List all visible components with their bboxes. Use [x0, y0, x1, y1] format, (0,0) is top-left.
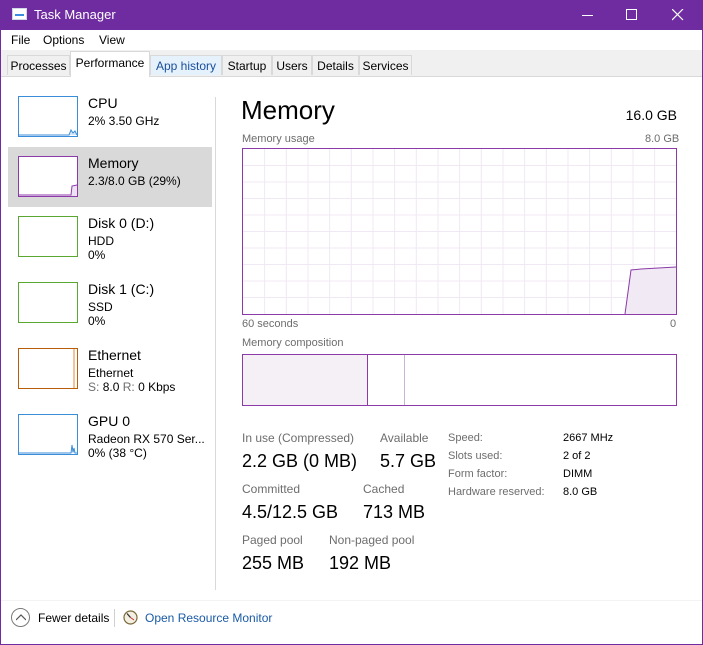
memory-usage-label: Memory usage [242, 133, 315, 145]
hardware-reserved-value: 8.0 GB [563, 486, 598, 498]
send-label: S: [88, 380, 100, 394]
paged-pool-value: 255 MB [242, 553, 305, 573]
tab-users[interactable]: Users [272, 55, 312, 75]
form-factor-value: DIMM [563, 468, 593, 480]
cpu-thumbnail-graph [18, 96, 78, 137]
available-value: 5.7 GB [380, 451, 437, 471]
fewer-details-link[interactable]: Fewer details [38, 611, 109, 625]
gpu-thumbnail-graph [18, 414, 78, 455]
sidebar-detail-2: 0% (38 °C) [88, 446, 147, 460]
panel-divider [215, 97, 216, 590]
graph-axis-right: 0 [670, 318, 677, 330]
sidebar-title: Memory [88, 155, 139, 171]
footer-separator [1, 600, 702, 601]
sidebar-title: GPU 0 [88, 413, 131, 429]
memory-composition-label: Memory composition [242, 337, 344, 349]
speed-label: Speed: [448, 432, 483, 444]
memory-total: 16.0 GB [625, 107, 677, 123]
speed-value: 2667 MHz [563, 432, 614, 444]
sidebar-item-ethernet[interactable]: Ethernet Ethernet S: 8.0 R: 0 Kbps [8, 339, 212, 399]
composition-modified [368, 355, 405, 405]
minimize-button[interactable] [565, 0, 611, 30]
disk-thumbnail-graph [18, 282, 78, 323]
in-use-label: In use (Compressed) [242, 431, 355, 445]
sidebar-detail-2: 0% [88, 248, 106, 262]
committed-label: Committed [242, 482, 301, 496]
cached-value: 713 MB [363, 502, 426, 522]
tab-bar: Processes Performance App history Startu… [1, 50, 702, 77]
tab-services[interactable]: Services [359, 55, 412, 75]
ethernet-thumbnail-graph [18, 348, 78, 389]
menu-view[interactable]: View [99, 33, 125, 47]
non-paged-pool-value: 192 MB [329, 553, 392, 573]
sidebar-detail: Ethernet [88, 366, 134, 380]
graph-axis-left: 60 seconds [242, 318, 299, 330]
cached-label: Cached [363, 482, 405, 496]
tab-details[interactable]: Details [312, 55, 359, 75]
app-icon [12, 8, 27, 20]
sidebar-throughput: S: 8.0 R: 0 Kbps [88, 380, 175, 394]
memory-composition-bar [242, 354, 677, 406]
sidebar-detail: Radeon RX 570 Ser... [88, 432, 205, 446]
sidebar-detail: SSD [88, 300, 113, 314]
page-title: Memory [241, 95, 335, 125]
disk-thumbnail-graph [18, 216, 78, 257]
minimize-icon [582, 15, 593, 16]
sidebar-detail: HDD [88, 234, 114, 248]
tab-processes[interactable]: Processes [7, 55, 70, 75]
sidebar-item-disk-0[interactable]: Disk 0 (D:) HDD 0% [8, 207, 212, 267]
close-button[interactable] [655, 0, 701, 30]
title-bar[interactable]: Task Manager [0, 0, 703, 30]
non-paged-pool-label: Non-paged pool [329, 533, 415, 547]
window-title: Task Manager [34, 7, 116, 22]
slots-used-label: Slots used: [448, 450, 503, 462]
available-label: Available [380, 431, 429, 445]
sidebar-detail-2: 0% [88, 314, 106, 328]
menu-bar: File Options View [1, 30, 702, 50]
memory-usage-graph [242, 148, 677, 315]
tab-performance[interactable]: Performance [70, 51, 150, 77]
footer-divider [114, 609, 115, 627]
sidebar-detail: 2.3/8.0 GB (29%) [88, 174, 181, 188]
composition-in-use [243, 355, 368, 405]
form-factor-label: Form factor: [448, 468, 508, 480]
receive-value: 0 Kbps [138, 380, 176, 394]
sidebar-item-cpu[interactable]: CPU 2% 3.50 GHz [8, 87, 212, 147]
maximize-button[interactable] [609, 0, 655, 30]
memory-thumbnail-graph [18, 156, 78, 197]
sidebar-item-memory[interactable]: Memory 2.3/8.0 GB (29%) [8, 147, 212, 207]
receive-label: R: [122, 380, 135, 394]
window-border-left [0, 30, 1, 645]
sidebar-title: CPU [88, 95, 118, 111]
fewer-details-button[interactable] [11, 608, 30, 627]
sidebar-title: Ethernet [88, 347, 141, 363]
paged-pool-label: Paged pool [242, 533, 303, 547]
menu-file[interactable]: File [11, 33, 30, 47]
memory-usage-plot [243, 149, 677, 315]
chevron-up-icon [16, 614, 26, 621]
close-icon [672, 9, 684, 21]
hardware-reserved-label: Hardware reserved: [448, 486, 545, 498]
send-value: 8.0 [102, 380, 120, 394]
sidebar-item-disk-1[interactable]: Disk 1 (C:) SSD 0% [8, 273, 212, 333]
open-resource-monitor-link[interactable]: Open Resource Monitor [145, 611, 272, 625]
sidebar-title: Disk 1 (C:) [88, 281, 155, 297]
sidebar-item-gpu-0[interactable]: GPU 0 Radeon RX 570 Ser... 0% (38 °C) [8, 405, 212, 465]
tab-startup[interactable]: Startup [222, 55, 272, 75]
tab-app-history[interactable]: App history [150, 55, 222, 75]
menu-options[interactable]: Options [43, 33, 84, 47]
sidebar-detail: 2% 3.50 GHz [88, 114, 160, 128]
maximize-icon [626, 9, 637, 20]
in-use-value: 2.2 GB (0 MB) [242, 451, 358, 471]
committed-value: 4.5/12.5 GB [242, 502, 339, 522]
resource-monitor-icon[interactable] [123, 610, 138, 625]
slots-used-value: 2 of 2 [563, 450, 591, 462]
sidebar-title: Disk 0 (D:) [88, 215, 155, 231]
memory-usage-max: 8.0 GB [645, 133, 680, 145]
